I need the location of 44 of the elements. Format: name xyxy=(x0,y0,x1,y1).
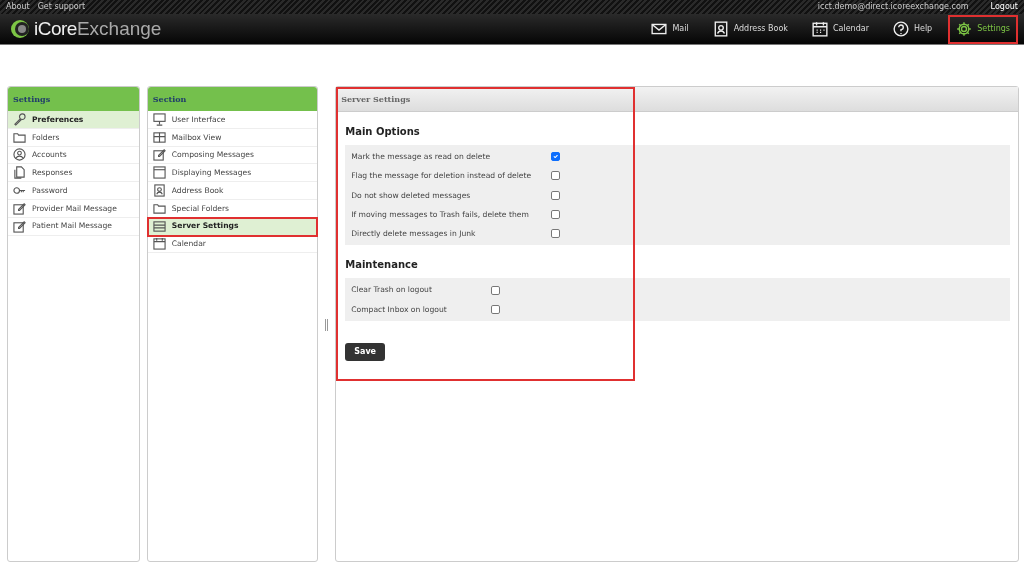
contact-card-icon xyxy=(152,184,166,198)
nav-tab[interactable]: Settings xyxy=(948,14,1018,44)
logo-text: iCoreExchange xyxy=(34,16,162,41)
grid-icon xyxy=(152,130,166,144)
nav-tab[interactable]: Address Book xyxy=(704,14,796,44)
mail-icon xyxy=(651,21,668,37)
help-icon xyxy=(892,21,909,37)
calendar-icon xyxy=(811,21,828,37)
top-link[interactable]: Get support xyxy=(37,0,86,14)
window-icon xyxy=(152,166,166,180)
checkbox[interactable] xyxy=(551,190,561,200)
checkbox[interactable] xyxy=(551,210,561,220)
checkbox[interactable] xyxy=(551,152,561,162)
calendar-icon xyxy=(152,237,166,251)
nav-tab[interactable]: Calendar xyxy=(803,14,877,44)
checkbox[interactable] xyxy=(491,304,501,314)
panel-title: Server Settings xyxy=(336,87,1018,112)
logo-icon xyxy=(10,19,30,39)
panel-title: Settings xyxy=(8,87,139,111)
save-button[interactable]: Save xyxy=(345,343,386,362)
checkbox[interactable] xyxy=(491,285,501,295)
section-heading: Maintenance xyxy=(345,258,419,273)
nav-tab[interactable]: Mail xyxy=(643,14,697,44)
monitor-icon xyxy=(152,112,166,126)
user-email: icct.demo@direct.icoreexchange.com xyxy=(817,1,969,13)
edit-icon xyxy=(152,148,166,162)
user-circle-icon xyxy=(13,148,26,162)
copy-icon xyxy=(13,166,26,180)
wrench-icon xyxy=(13,112,26,126)
edit-icon xyxy=(13,201,26,215)
list-icon xyxy=(152,219,166,233)
checkbox[interactable] xyxy=(551,171,561,181)
checkbox[interactable] xyxy=(551,229,561,239)
folder-icon xyxy=(152,201,166,215)
section-heading: Main Options xyxy=(345,125,421,139)
edit-icon xyxy=(13,219,26,233)
nav-tab[interactable]: Help xyxy=(884,14,941,44)
resize-handle[interactable] xyxy=(325,319,329,331)
top-link[interactable]: About xyxy=(6,0,30,14)
settings-icon xyxy=(956,21,973,37)
folder-icon xyxy=(13,130,26,144)
logout-link[interactable]: Logout xyxy=(990,0,1018,14)
contact-card-icon xyxy=(712,21,729,37)
panel-title: Section xyxy=(147,87,318,111)
